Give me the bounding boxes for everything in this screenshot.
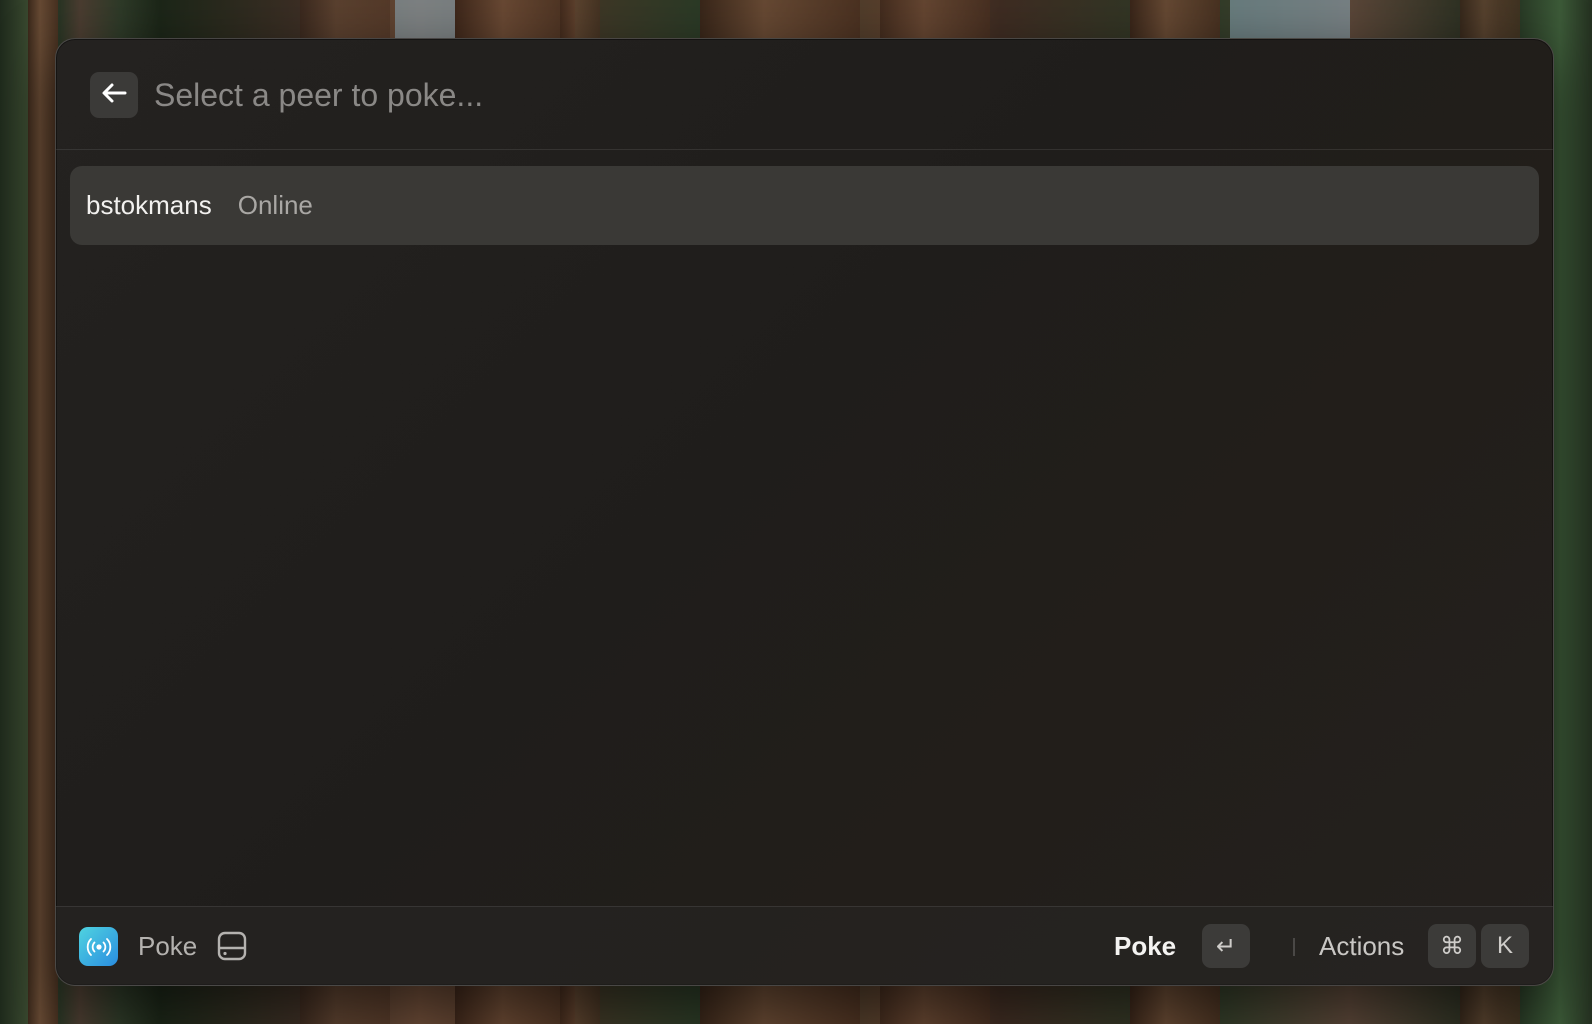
command-window: bstokmans Online Poke Poke ↵ [55, 38, 1554, 986]
k-key-label: K [1496, 932, 1513, 959]
search-bar [56, 39, 1553, 150]
return-key: ↵ [1202, 924, 1250, 968]
return-icon: ↵ [1215, 932, 1237, 960]
action-bar: Poke Poke ↵ Actions ⌘ K [56, 906, 1553, 985]
app-name: Poke [138, 931, 198, 961]
peer-status: Online [237, 190, 313, 220]
search-input[interactable] [154, 69, 1454, 121]
command-icon: ⌘ [1440, 932, 1464, 960]
command-key: ⌘ [1428, 924, 1476, 968]
arrow-left-icon [101, 82, 127, 109]
broadcast-icon [79, 927, 118, 966]
peer-name: bstokmans [86, 190, 212, 220]
list-item[interactable]: bstokmans Online [70, 166, 1539, 245]
k-key: K [1481, 924, 1529, 968]
poke-action-button[interactable]: Poke [1114, 931, 1176, 962]
drive-icon [216, 929, 248, 963]
peer-list: bstokmans Online [70, 166, 1539, 245]
back-button[interactable] [90, 72, 138, 118]
divider [1293, 938, 1295, 956]
actions-button[interactable]: Actions [1319, 931, 1404, 962]
